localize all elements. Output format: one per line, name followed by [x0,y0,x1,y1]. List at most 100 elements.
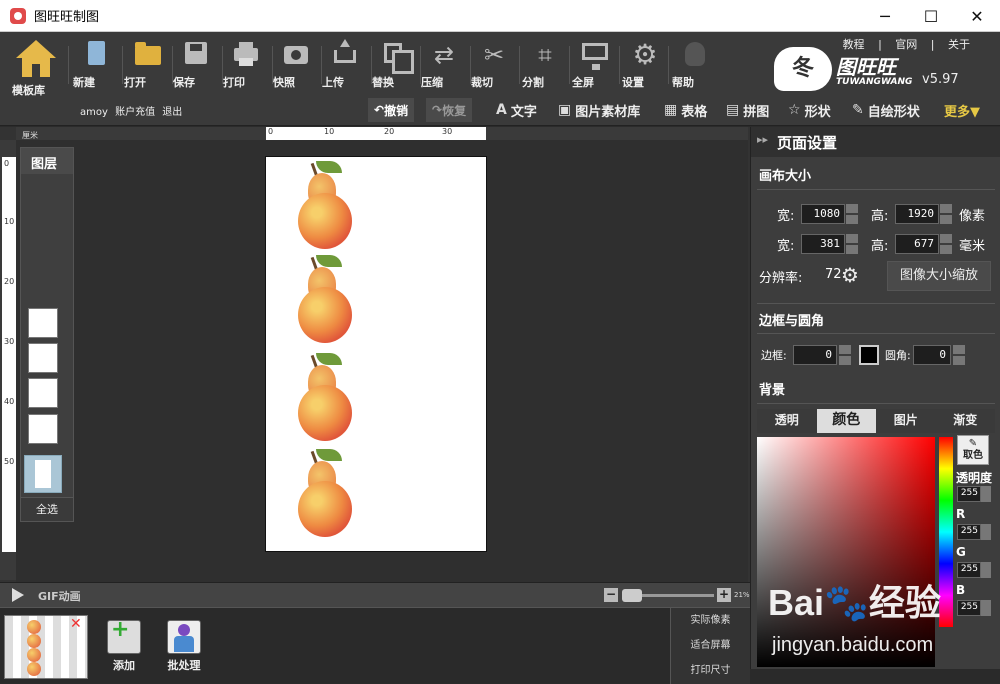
red-stepper[interactable] [981,524,991,540]
compress-button[interactable]: ⇄ 压缩 [421,38,467,96]
resolution-gear-icon[interactable]: ⚙ [841,263,859,287]
collage-tool[interactable]: ▤ 拼图 [726,98,769,122]
layer-item[interactable] [28,414,58,444]
actual-pixels-button[interactable]: 实际像素 [671,608,750,633]
play-icon[interactable] [12,588,24,602]
qq-help-icon [680,40,710,70]
opacity-stepper[interactable] [981,486,991,502]
add-icon [107,617,141,654]
tab-color[interactable]: 颜色 [816,409,876,433]
layer-item[interactable] [28,308,58,338]
border-color-swatch[interactable] [859,345,879,365]
snapshot-button[interactable]: 快照 [273,38,319,96]
template-library-button[interactable]: 模板库 [12,38,60,97]
maximize-button[interactable]: ☐ [908,0,954,32]
pear-image[interactable] [296,449,352,541]
print-size-button[interactable]: 打印尺寸 [671,658,750,683]
redo-button[interactable]: ↷ 恢复 [426,98,473,122]
panel-title: 页面设置 [751,127,1000,157]
pear-image[interactable] [296,353,352,445]
material-library-tool[interactable]: ▣ 图片素材库 [558,98,640,122]
upload-icon [330,39,360,70]
gear-icon: ⚙ [632,38,658,71]
text-icon: A [496,102,507,118]
select-all-button[interactable]: 全选 [21,497,73,521]
new-button[interactable]: 新建 [73,38,119,96]
opacity-input[interactable]: 255 [957,486,981,502]
width-mm-stepper[interactable] [846,234,858,254]
minimize-button[interactable]: ─ [862,0,908,32]
compress-icon: ⇄ [433,41,455,69]
fullscreen-button[interactable]: 全屏 [572,38,618,96]
recharge-link[interactable]: 账户充值 [115,107,155,118]
replace-button[interactable]: 替换 [372,38,418,96]
pen-icon: ✎ [852,102,864,118]
split-button[interactable]: ⌗ 分割 [522,38,568,96]
layers-title: 图层 [21,148,73,174]
text-tool[interactable]: A 文字 [496,98,537,122]
scissors-icon: ✂ [483,41,505,69]
background-layer[interactable] [24,455,62,493]
red-input[interactable]: 255 [957,524,981,540]
border-stepper[interactable] [839,345,851,365]
window-title: 图旺旺制图 [34,10,100,25]
user-bar: amoy 账户充值 退出 [80,103,186,118]
home-icon [16,40,56,78]
tab-gradient[interactable]: 渐变 [935,409,995,433]
eyedropper-icon: ✎ [968,438,978,449]
eyedropper-button[interactable]: ✎ 取色 [957,435,989,465]
zoom-slider-thumb[interactable] [622,589,642,602]
logout-link[interactable]: 退出 [162,107,182,118]
table-tool[interactable]: ▦ 表格 [664,98,707,122]
border-input[interactable]: 0 [793,345,837,365]
close-button[interactable]: ✕ [954,0,1000,32]
height-mm-input[interactable]: 677 [895,234,939,254]
layer-item[interactable] [28,378,58,408]
width-mm-input[interactable]: 381 [801,234,845,254]
open-button[interactable]: 打开 [124,38,170,96]
document-canvas[interactable] [265,156,487,552]
collage-icon: ▤ [726,102,740,118]
add-page-button[interactable]: 添加 [102,617,146,678]
layer-item[interactable] [28,343,58,373]
image-resize-button[interactable]: 图像大小缩放 [887,261,991,291]
upload-button[interactable]: 上传 [322,38,368,96]
save-button[interactable]: 保存 [173,38,219,96]
cut-button[interactable]: ✂ 裁切 [471,38,517,96]
batch-process-button[interactable]: 批处理 [160,620,208,678]
app-icon [10,7,26,24]
gif-animation-label[interactable]: GIF动画 [38,588,81,604]
height-px-input[interactable]: 1920 [895,204,939,224]
pear-image[interactable] [296,255,352,347]
corner-radius-input[interactable]: 0 [913,345,951,365]
corner-radius-stepper[interactable] [953,345,965,365]
star-icon: ☆ [788,102,801,118]
zoom-out-button[interactable]: − [604,588,618,602]
fit-screen-button[interactable]: 适合屏幕 [671,633,750,658]
width-px-input[interactable]: 1080 [801,204,845,224]
image-icon: ▣ [558,102,572,118]
zoom-in-button[interactable]: + [717,588,731,602]
undo-button[interactable]: ↶ 撤销 [368,98,415,122]
replace-icon [380,40,414,74]
close-icon[interactable]: ✕ [70,616,82,632]
pear-image[interactable] [296,161,352,253]
width-px-stepper[interactable] [846,204,858,224]
table-icon: ▦ [664,102,678,118]
height-px-stepper[interactable] [940,204,952,224]
undo-icon: ↶ [374,103,385,117]
crop-icon: ⌗ [538,41,552,69]
height-mm-stepper[interactable] [940,234,952,254]
more-tools-button[interactable]: 更多▼ [944,98,980,122]
zoom-level: 21% [734,591,750,599]
print-button[interactable]: 打印 [223,38,269,96]
shape-tool[interactable]: ☆ 形状 [788,98,831,122]
tab-transparent[interactable]: 透明 [757,409,817,433]
tab-image[interactable]: 图片 [876,409,936,433]
monitor-icon [580,40,610,70]
canvas-size-header: 画布大小 [759,169,812,184]
freeform-shape-tool[interactable]: ✎ 自绘形状 [852,98,920,122]
about-link[interactable]: 关于 [948,38,970,51]
help-button[interactable]: 帮助 [672,38,718,96]
settings-button[interactable]: ⚙ 设置 [622,38,668,96]
